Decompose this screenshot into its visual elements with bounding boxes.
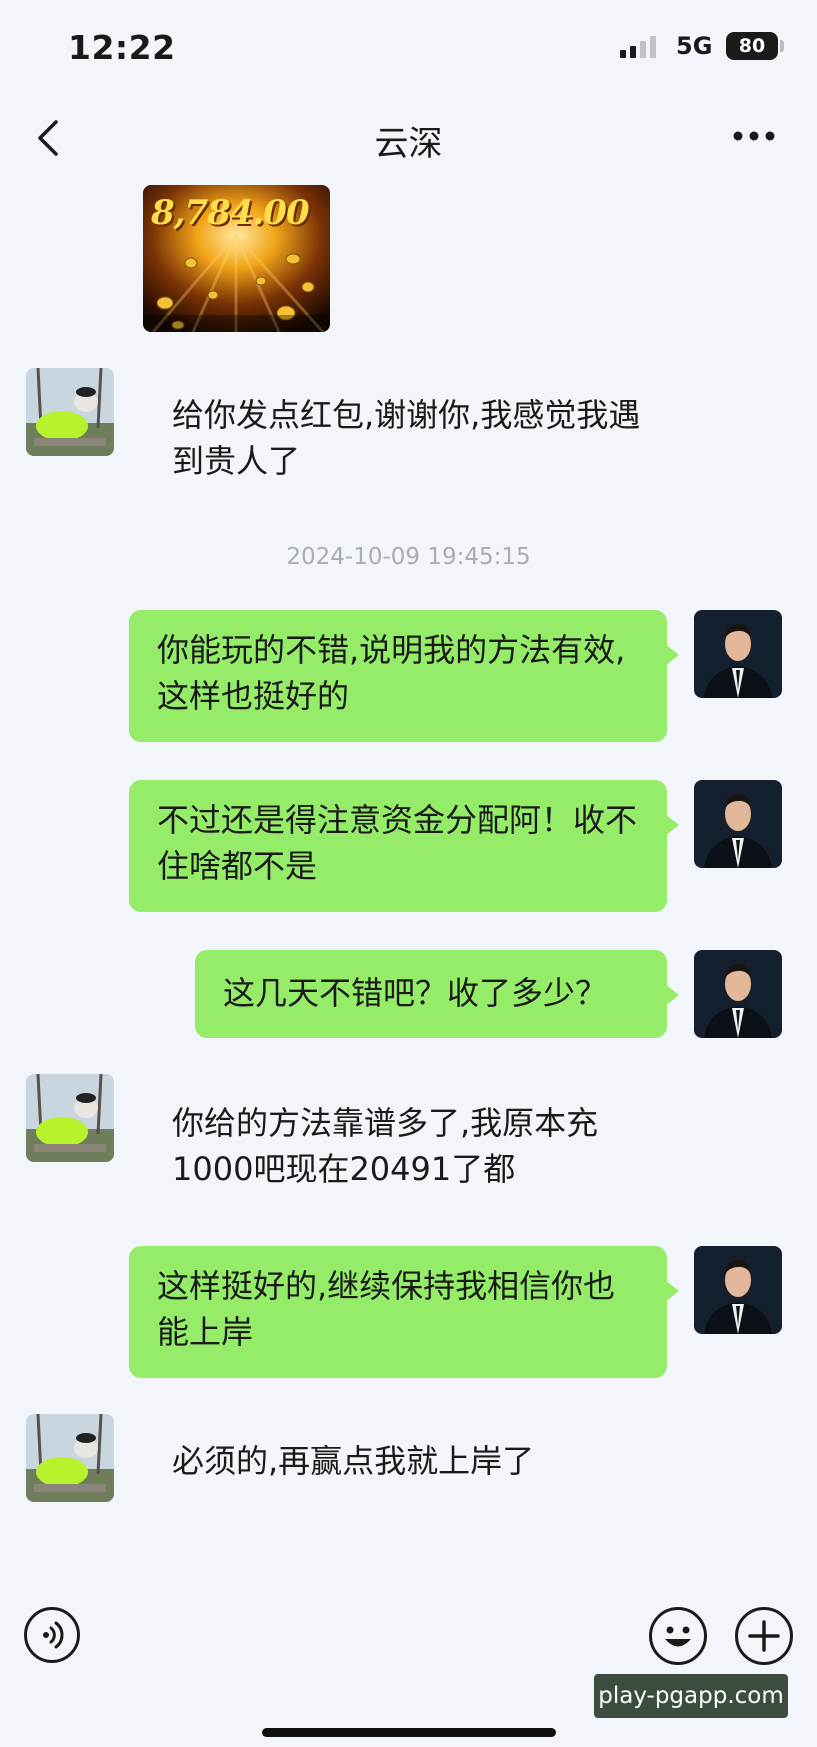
plus-icon: [748, 1620, 780, 1652]
watermark: play-pgapp.com: [594, 1674, 788, 1718]
chat-title: 云深: [374, 124, 443, 164]
man-in-suit-avatar-icon: [694, 950, 782, 1038]
outgoing-message[interactable]: 这几天不错吧？收了多少？: [195, 950, 679, 1038]
self-avatar[interactable]: [694, 780, 782, 868]
emoji-button[interactable]: [649, 1607, 707, 1665]
home-indicator[interactable]: [262, 1728, 556, 1737]
contact-avatar[interactable]: [26, 1414, 114, 1502]
contact-avatar[interactable]: [26, 368, 114, 456]
game-win-amount: 8,784.00: [151, 193, 310, 233]
self-avatar[interactable]: [694, 950, 782, 1038]
status-time: 12:22: [68, 28, 176, 67]
outgoing-message[interactable]: 你能玩的不错,说明我的方法有效,这样也挺好的: [129, 610, 679, 742]
self-avatar[interactable]: [694, 610, 782, 698]
self-avatar[interactable]: [694, 1246, 782, 1334]
voice-button[interactable]: [24, 1607, 80, 1663]
incoming-message[interactable]: 必须的,再赢点我就上岸了: [172, 1438, 650, 1484]
goat-avatar-icon: [26, 1414, 114, 1502]
contact-avatar[interactable]: [26, 1074, 114, 1162]
message-timestamp: 2024-10-09 19:45:15: [286, 544, 531, 570]
add-button[interactable]: [735, 1607, 793, 1665]
incoming-message[interactable]: 给你发点红包,谢谢你,我感觉我遇到贵人了: [172, 392, 650, 484]
incoming-message[interactable]: 你给的方法靠谱多了,我原本充1000吧现在20491了都: [172, 1100, 650, 1192]
more-dots-icon: [733, 131, 775, 141]
goat-avatar-icon: [26, 1074, 114, 1162]
goat-avatar-icon: [26, 368, 114, 456]
battery-icon: 80: [726, 32, 778, 60]
image-message[interactable]: 8,784.00: [143, 185, 330, 332]
man-in-suit-avatar-icon: [694, 1246, 782, 1334]
man-in-suit-avatar-icon: [694, 780, 782, 868]
outgoing-message[interactable]: 不过还是得注意资金分配阿！收不住啥都不是: [129, 780, 679, 912]
emoji-icon: [665, 1626, 691, 1647]
cellular-signal-icon: [620, 36, 658, 58]
man-in-suit-avatar-icon: [694, 610, 782, 698]
network-type: 5G: [676, 32, 713, 60]
battery-tip: [780, 40, 784, 52]
more-button[interactable]: [728, 118, 784, 154]
outgoing-message[interactable]: 这样挺好的,继续保持我相信你也能上岸: [129, 1246, 679, 1378]
voice-icon: [43, 1621, 64, 1649]
